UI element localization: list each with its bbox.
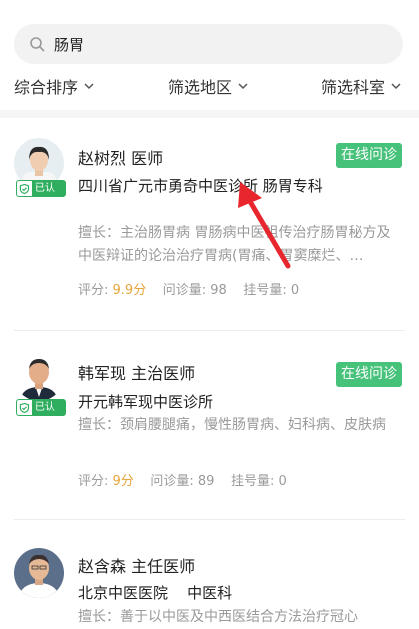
- consult-label: 问诊量:: [162, 283, 207, 298]
- shield-icon: [19, 402, 30, 413]
- online-consult-button[interactable]: 在线问诊: [336, 362, 402, 387]
- department-filter-label: 筛选科室: [321, 78, 386, 97]
- search-bar[interactable]: [14, 24, 403, 64]
- doctor-name: 赵树烈 医师: [78, 149, 164, 168]
- doctor-specialty: 擅长：颈肩腰腿痛，慢性肠胃病、妇科病、皮肤病: [78, 417, 386, 433]
- register-label: 挂号量:: [230, 474, 275, 489]
- annotation-arrow-icon: [238, 182, 291, 269]
- rating-value: 9.9分: [112, 283, 147, 298]
- search-input[interactable]: [52, 34, 376, 54]
- region-filter[interactable]: 筛选地区: [168, 74, 248, 98]
- verified-label: 已认证: [31, 181, 65, 209]
- register-value: 0: [290, 283, 300, 298]
- rating-value: 9分: [112, 474, 134, 489]
- avatar: [14, 548, 64, 598]
- department-filter[interactable]: 筛选科室: [321, 74, 401, 98]
- consult-value: 89: [197, 474, 215, 489]
- doctor-stats: 评分: 9.9分 问诊量: 98 挂号量: 0: [78, 279, 299, 298]
- consult-value: 98: [210, 283, 227, 298]
- register-value: 0: [278, 474, 287, 489]
- doctor-stats: 评分: 9分 问诊量: 89 挂号量: 0: [78, 470, 287, 489]
- register-label: 挂号量:: [243, 283, 287, 298]
- rating-label: 评分:: [78, 283, 109, 298]
- verified-badge: 已认证: [16, 180, 66, 209]
- shield-icon: [19, 183, 30, 194]
- doctor-name: 韩军现 主治医师: [78, 364, 196, 383]
- consult-label: 问诊量:: [150, 474, 194, 489]
- verified-label: 已认证: [31, 400, 65, 428]
- chevron-down-icon: [238, 83, 248, 90]
- avatar: [14, 351, 64, 401]
- sort-filter-label: 综合排序: [14, 78, 79, 97]
- search-icon: [28, 35, 46, 53]
- verified-badge: 已认证: [16, 399, 66, 428]
- doctor-card[interactable]: 赵含森 主任医师 北京中医医院 中医科 擅长：善于以中医及中西医结合方法治疗冠心: [0, 520, 419, 625]
- section-divider: [0, 110, 419, 118]
- doctor-institution: 北京中医医院 中医科: [78, 584, 233, 602]
- region-filter-label: 筛选地区: [168, 78, 233, 97]
- doctor-card[interactable]: 已认证 韩军现 主治医师 在线问诊 开元韩军现中医诊所 擅长：颈肩腰腿痛，慢性肠…: [0, 331, 419, 519]
- sort-filter[interactable]: 综合排序: [14, 74, 94, 98]
- online-consult-button[interactable]: 在线问诊: [336, 143, 402, 168]
- doctor-institution: 开元韩军现中医诊所: [78, 393, 214, 411]
- chevron-down-icon: [84, 83, 94, 90]
- filter-bar: 综合排序 筛选地区 筛选科室: [0, 74, 419, 102]
- chevron-down-icon: [391, 83, 401, 90]
- doctor-name: 赵含森 主任医师: [78, 557, 196, 576]
- doctor-card[interactable]: 已认证 赵树烈 医师 在线问诊 四川省广元市勇奇中医诊所 肠胃专科 擅长：主治肠…: [0, 118, 419, 330]
- rating-label: 评分:: [78, 474, 109, 489]
- doctor-specialty: 擅长：善于以中医及中西医结合方法治疗冠心: [78, 609, 358, 625]
